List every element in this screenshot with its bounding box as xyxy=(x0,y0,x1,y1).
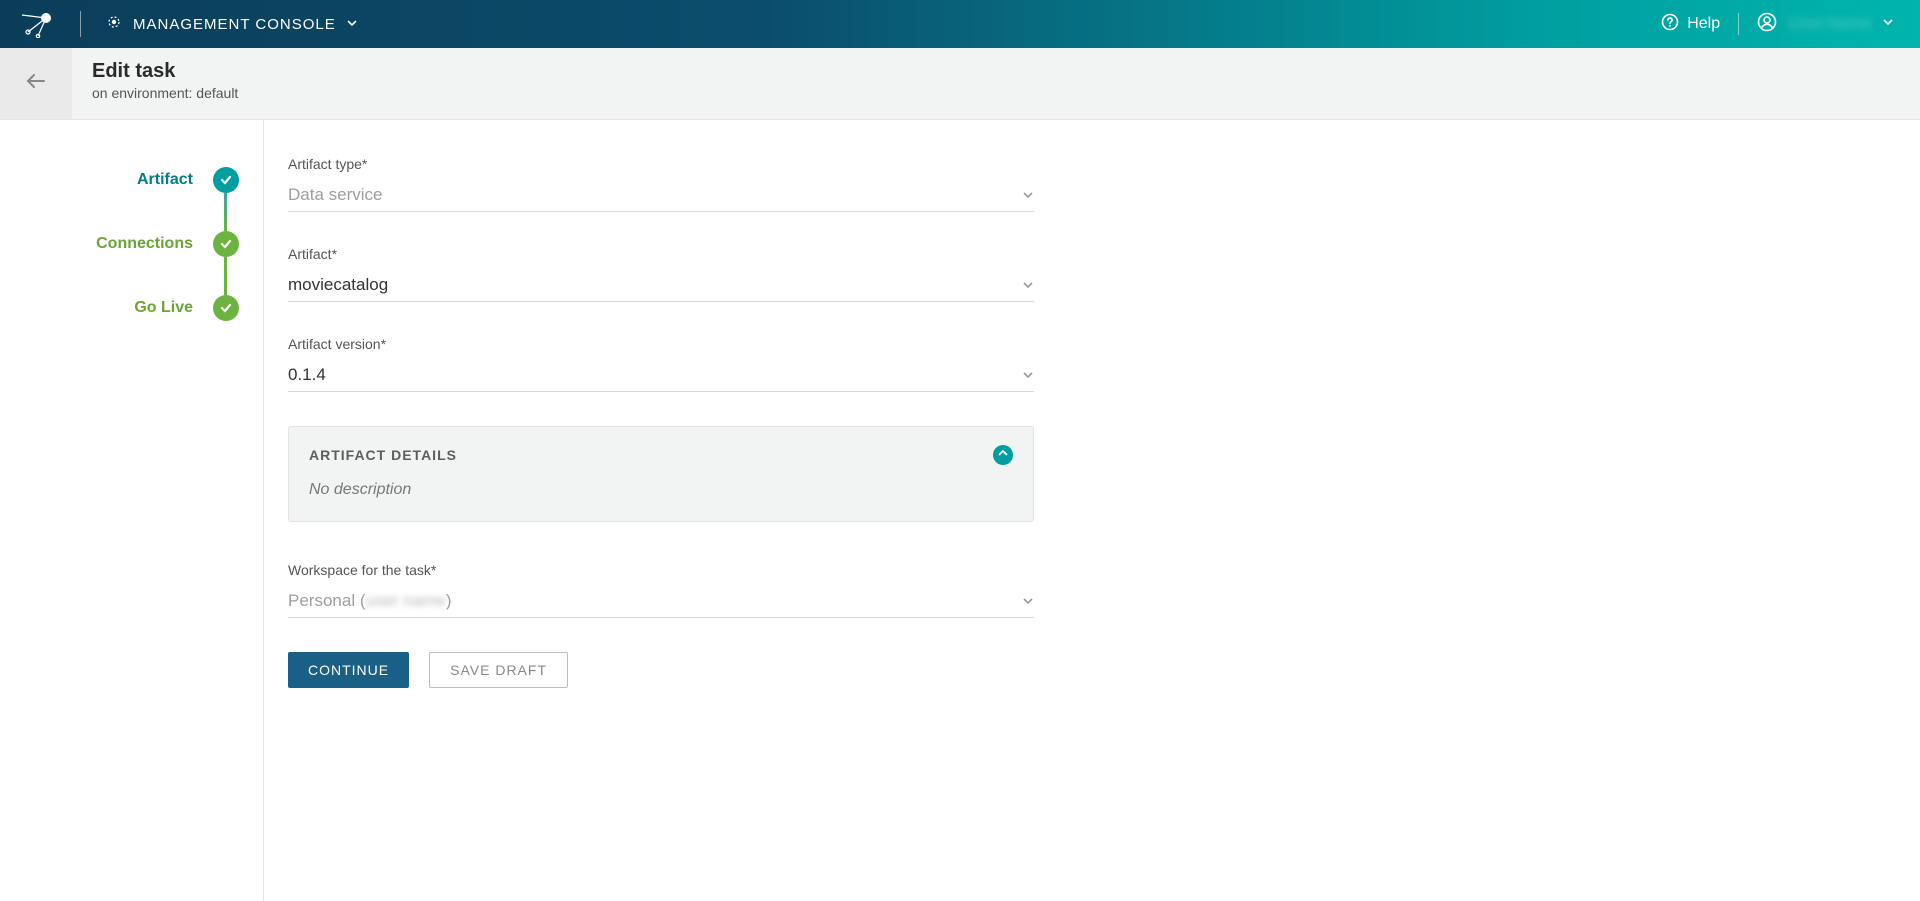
form: Artifact type* Data service Artifact* mo… xyxy=(264,120,1920,901)
user-name: User Name xyxy=(1785,15,1874,33)
brand-separator xyxy=(80,11,81,37)
field-label: Artifact* xyxy=(288,246,1034,262)
artifact-select[interactable]: moviecatalog xyxy=(288,268,1034,302)
field-artifact-type: Artifact type* Data service xyxy=(288,156,1034,212)
field-artifact: Artifact* moviecatalog xyxy=(288,246,1034,302)
help-label: Help xyxy=(1687,15,1720,33)
step-status-icon xyxy=(213,231,239,257)
chevron-down-icon xyxy=(1882,15,1894,33)
help-icon xyxy=(1661,13,1679,36)
select-value: 0.1.4 xyxy=(288,365,326,385)
topbar: MANAGEMENT CONSOLE Help xyxy=(0,0,1920,48)
step-status-icon xyxy=(213,167,239,193)
step-label: Artifact xyxy=(137,171,193,189)
top-right-separator xyxy=(1738,13,1739,35)
panel-body: No description xyxy=(309,481,1013,499)
chevron-down-icon xyxy=(1022,369,1034,381)
select-value: Personal (user name) xyxy=(288,591,451,611)
form-actions: CONTINUE SAVE DRAFT xyxy=(288,652,1920,688)
field-label: Artifact type* xyxy=(288,156,1034,172)
brand-area: MANAGEMENT CONSOLE xyxy=(18,10,358,38)
continue-button[interactable]: CONTINUE xyxy=(288,652,409,688)
select-value: Data service xyxy=(288,185,382,205)
step-connector xyxy=(224,193,227,231)
console-target-icon xyxy=(105,13,123,35)
step-label: Connections xyxy=(96,235,193,253)
user-menu[interactable]: User Name xyxy=(1757,12,1894,37)
arrow-left-icon xyxy=(24,69,48,98)
user-icon xyxy=(1757,12,1777,37)
chevron-up-icon xyxy=(997,446,1009,464)
subheader-titles: Edit task on environment: default xyxy=(72,48,258,119)
page-title: Edit task xyxy=(92,60,238,83)
back-button[interactable] xyxy=(0,48,72,119)
app-logo-icon xyxy=(18,10,56,38)
artifact-type-select: Data service xyxy=(288,178,1034,212)
top-right: Help User Name xyxy=(1661,12,1920,37)
help-link[interactable]: Help xyxy=(1661,13,1720,36)
chevron-down-icon xyxy=(346,16,358,33)
workspace-select: Personal (user name) xyxy=(288,584,1034,618)
step-go-live[interactable]: Go Live xyxy=(0,276,239,340)
stepper: Artifact Connections Go Live xyxy=(0,120,264,901)
field-label: Workspace for the task* xyxy=(288,562,1034,578)
step-artifact[interactable]: Artifact xyxy=(0,148,239,212)
select-value: moviecatalog xyxy=(288,275,388,295)
console-picker[interactable]: MANAGEMENT CONSOLE xyxy=(105,13,358,35)
step-status-icon xyxy=(213,295,239,321)
chevron-down-icon xyxy=(1022,279,1034,291)
page-subtitle: on environment: default xyxy=(92,85,238,101)
field-workspace: Workspace for the task* Personal (user n… xyxy=(288,562,1034,618)
panel-title: ARTIFACT DETAILS xyxy=(309,447,457,463)
artifact-details-panel: ARTIFACT DETAILS No description xyxy=(288,426,1034,522)
step-connections[interactable]: Connections xyxy=(0,212,239,276)
chevron-down-icon xyxy=(1022,189,1034,201)
field-label: Artifact version* xyxy=(288,336,1034,352)
chevron-down-icon xyxy=(1022,595,1034,607)
panel-header: ARTIFACT DETAILS xyxy=(309,445,1013,465)
body: Artifact Connections Go Live Artifact ty… xyxy=(0,120,1920,901)
save-draft-button[interactable]: SAVE DRAFT xyxy=(429,652,568,688)
field-artifact-version: Artifact version* 0.1.4 xyxy=(288,336,1034,392)
step-label: Go Live xyxy=(134,299,193,317)
subheader: Edit task on environment: default xyxy=(0,48,1920,120)
collapse-button[interactable] xyxy=(993,445,1013,465)
step-connector xyxy=(224,257,227,295)
artifact-version-select[interactable]: 0.1.4 xyxy=(288,358,1034,392)
console-picker-label: MANAGEMENT CONSOLE xyxy=(133,16,336,33)
